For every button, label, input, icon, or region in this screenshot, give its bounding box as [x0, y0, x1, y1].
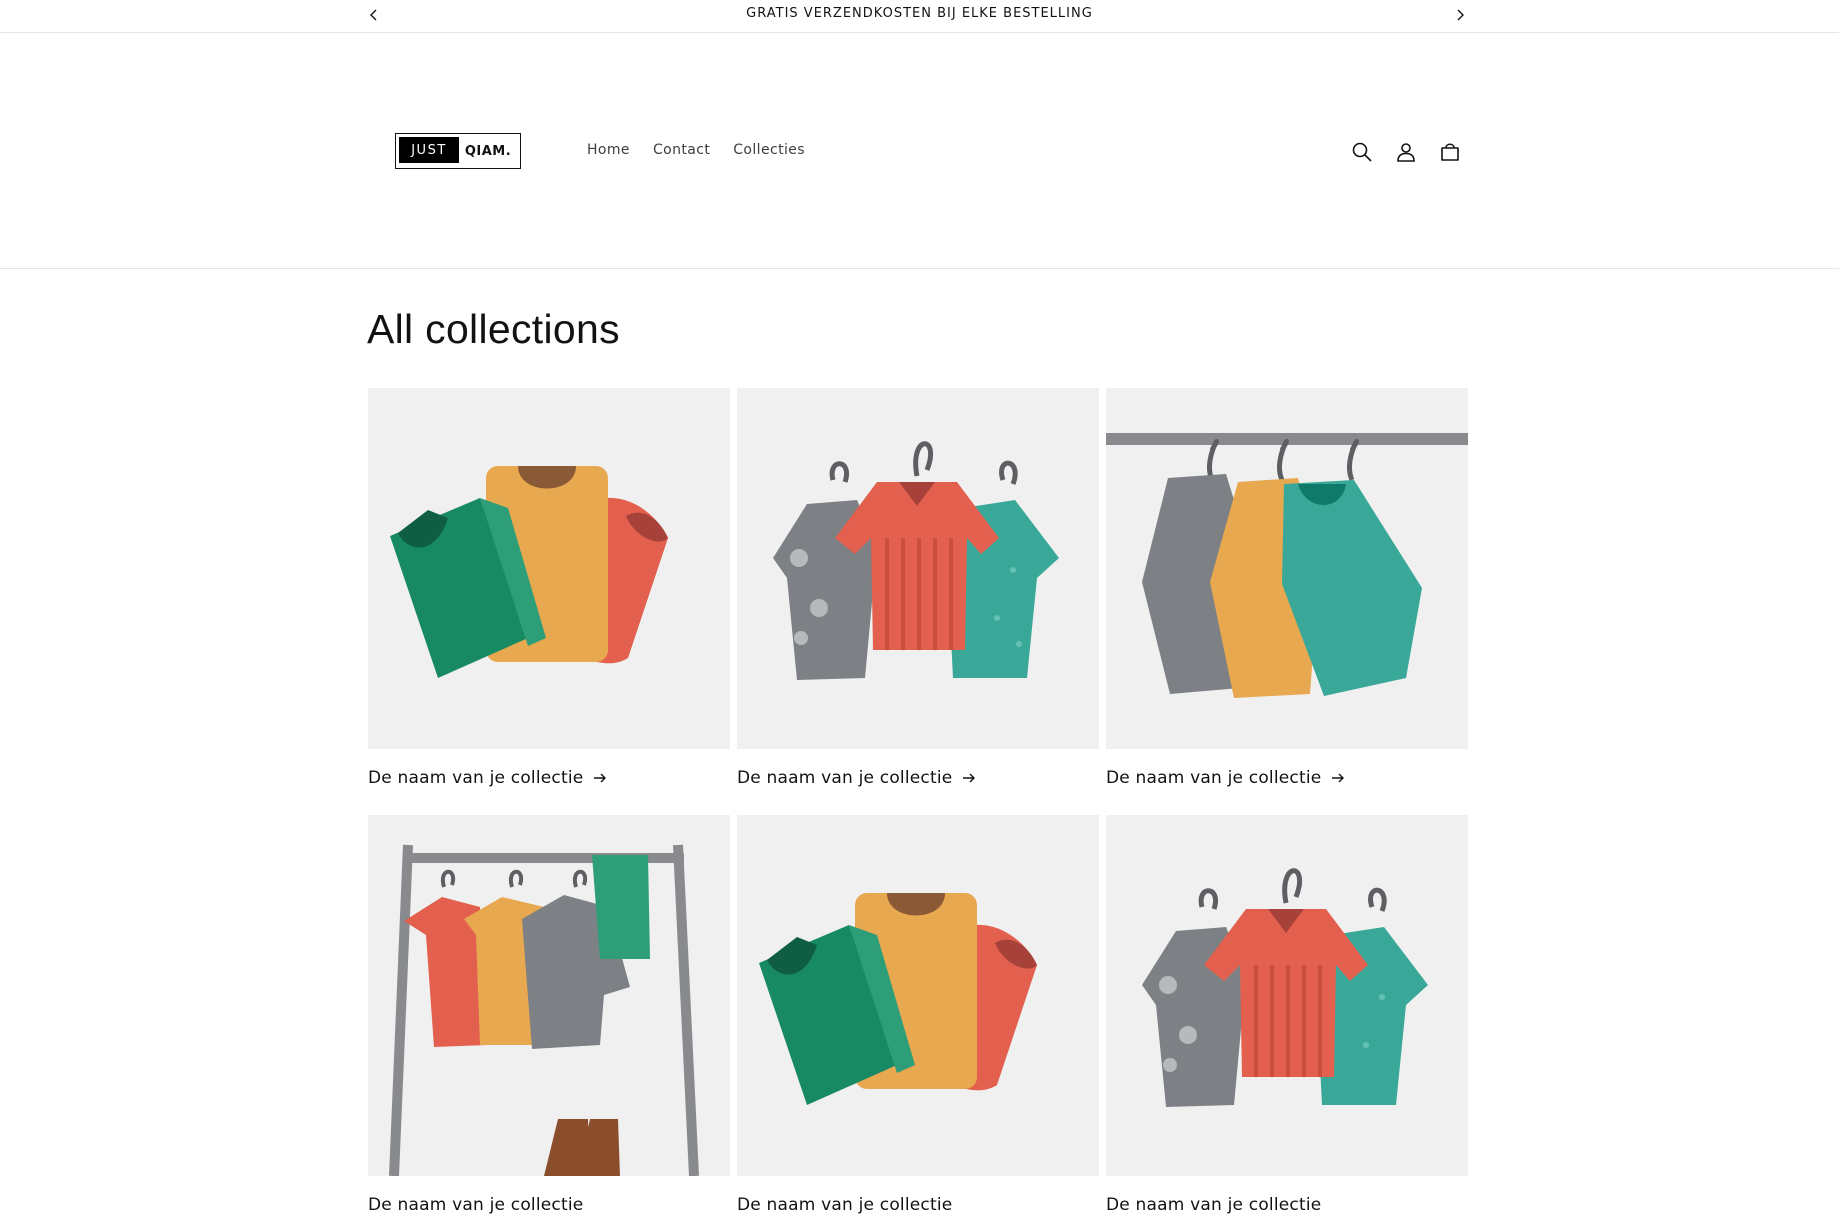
nav-home[interactable]: Home	[587, 142, 630, 158]
hanging-shirts-illustration	[1142, 868, 1428, 1107]
announcement-text: GRATIS VERZENDKOSTEN BIJ ELKE BESTELLING	[746, 6, 1093, 21]
collection-card[interactable]: De naam van je collectie	[737, 388, 1099, 788]
page-title: All collections	[367, 306, 620, 352]
arrow-right-icon	[594, 773, 607, 783]
sweaters-on-rail-illustration	[1106, 433, 1468, 698]
nav-contact[interactable]: Contact	[653, 142, 710, 158]
main-nav: Home Contact Collecties	[587, 142, 805, 158]
logo-right-text: QIAM.	[464, 143, 512, 159]
search-button[interactable]	[1346, 136, 1378, 168]
collection-title: De naam van je collectie	[737, 1195, 953, 1215]
site-header: JUST QIAM. Home Contact Collecties	[0, 33, 1839, 269]
collection-card[interactable]: De naam van je collectie	[1106, 388, 1468, 788]
hanging-shirts-illustration	[773, 441, 1059, 680]
collection-image	[737, 815, 1099, 1176]
logo-left-text: JUST	[399, 137, 459, 163]
collection-title: De naam van je collectie	[1106, 768, 1322, 788]
arrow-right-icon	[1332, 773, 1345, 783]
folded-shirts-illustration	[390, 466, 668, 678]
collection-title: De naam van je collectie	[737, 768, 953, 788]
search-icon	[1352, 142, 1372, 162]
clothing-rack-illustration	[389, 844, 699, 1176]
collection-link[interactable]: De naam van je collectie	[737, 1195, 1099, 1215]
account-icon	[1397, 143, 1415, 162]
collection-image	[1106, 388, 1468, 749]
collection-card[interactable]: De naam van je collectie	[368, 388, 730, 788]
cart-button[interactable]	[1434, 136, 1466, 168]
arrow-right-icon	[963, 773, 976, 783]
chevron-right-icon	[1457, 9, 1464, 21]
collection-card[interactable]: De naam van je collectie	[737, 815, 1099, 1215]
cart-icon	[1441, 143, 1459, 161]
collection-image	[368, 815, 730, 1176]
collection-image	[1106, 815, 1468, 1176]
collection-link[interactable]: De naam van je collectie	[368, 1195, 730, 1215]
collection-title: De naam van je collectie	[368, 1195, 584, 1215]
collection-image	[737, 388, 1099, 749]
announcement-bar: GRATIS VERZENDKOSTEN BIJ ELKE BESTELLING	[0, 0, 1839, 33]
store-logo[interactable]: JUST QIAM.	[395, 133, 521, 169]
nav-collections[interactable]: Collecties	[733, 142, 805, 158]
collection-card[interactable]: De naam van je collectie	[1106, 815, 1468, 1215]
collection-card[interactable]: De naam van je collectie	[368, 815, 730, 1215]
folded-shirts-illustration	[759, 893, 1037, 1105]
collection-link[interactable]: De naam van je collectie	[1106, 768, 1468, 788]
collection-link[interactable]: De naam van je collectie	[368, 768, 730, 788]
collection-title: De naam van je collectie	[368, 768, 584, 788]
collection-link[interactable]: De naam van je collectie	[737, 768, 1099, 788]
account-button[interactable]	[1390, 136, 1422, 168]
collection-image	[368, 388, 730, 749]
collection-link[interactable]: De naam van je collectie	[1106, 1195, 1468, 1215]
collection-title: De naam van je collectie	[1106, 1195, 1322, 1215]
announcement-next-button[interactable]	[1448, 3, 1472, 27]
